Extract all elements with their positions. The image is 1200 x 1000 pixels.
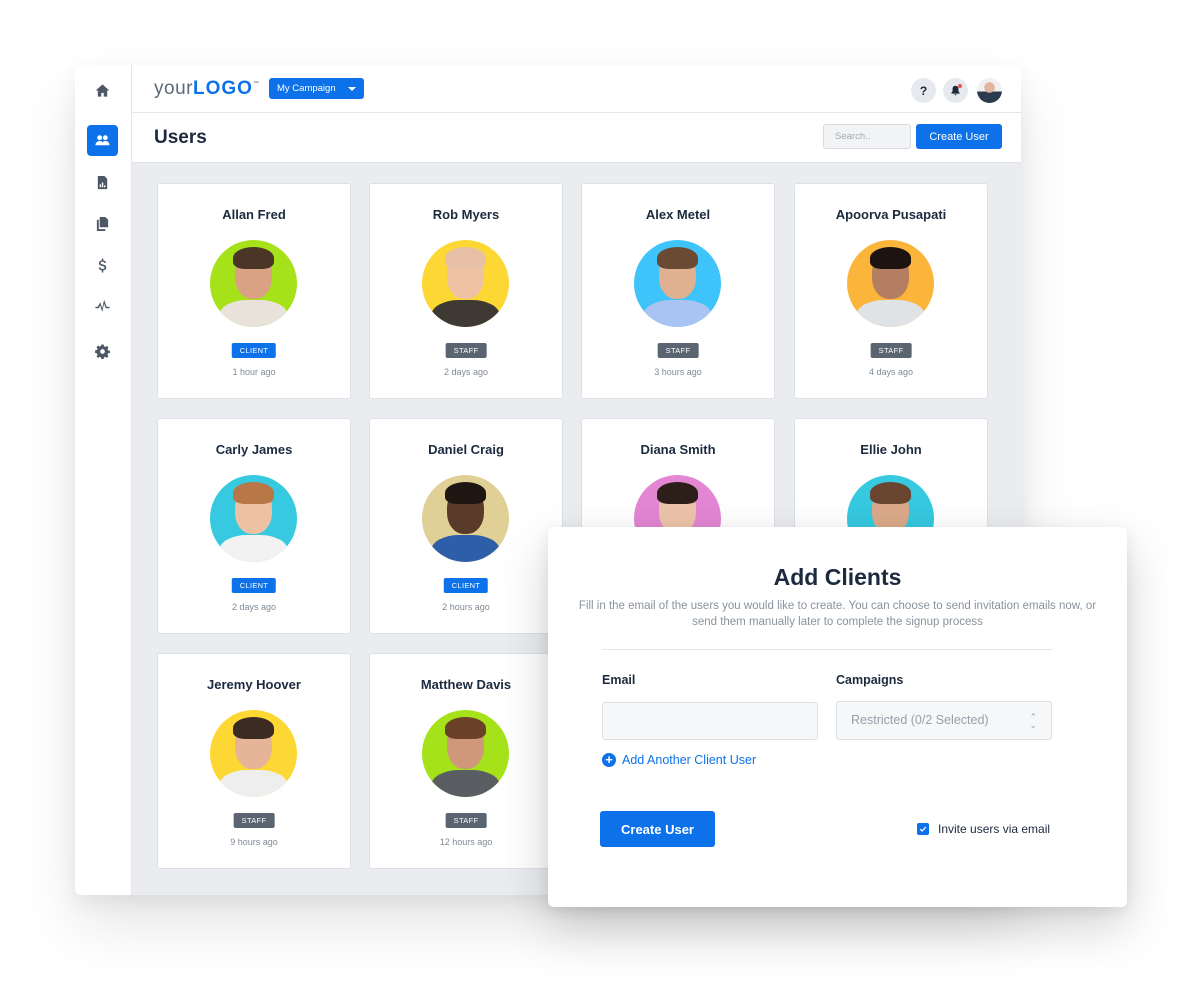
user-name: Carly James xyxy=(215,442,293,457)
user-card[interactable]: Matthew Davis STAFF 12 hours ago xyxy=(369,653,563,869)
invite-label: Invite users via email xyxy=(938,822,1051,836)
last-active-time: 1 hour ago xyxy=(232,367,276,377)
modal-title: Add Clients xyxy=(773,564,902,590)
sidebar-item-documents[interactable] xyxy=(87,208,118,239)
user-avatar xyxy=(210,710,297,797)
last-active-time: 12 hours ago xyxy=(439,837,493,847)
sidebar-item-users[interactable] xyxy=(87,125,118,156)
profile-avatar[interactable] xyxy=(977,78,1002,103)
user-avatar xyxy=(422,240,509,327)
role-badge: CLIENT xyxy=(231,578,277,593)
last-active-time: 3 hours ago xyxy=(654,367,702,377)
sidebar-item-home[interactable] xyxy=(87,75,118,106)
dollar-icon xyxy=(98,258,107,273)
campaigns-label: Campaigns xyxy=(836,673,904,687)
pulse-icon xyxy=(95,300,110,312)
search-input[interactable] xyxy=(823,124,911,149)
campaigns-select[interactable]: Restricted (0/2 Selected) ⌃ ⌄ xyxy=(836,701,1052,740)
user-card[interactable]: Allan Fred CLIENT 1 hour ago xyxy=(157,183,351,399)
last-active-time: 2 hours ago xyxy=(442,602,490,612)
user-avatar xyxy=(210,475,297,562)
top-bar: yourLOGO™ My Campaign ? xyxy=(132,65,1021,113)
user-card[interactable]: Apoorva Pusapati STAFF 4 days ago xyxy=(794,183,988,399)
campaigns-select-value: Restricted (0/2 Selected) xyxy=(851,713,989,727)
user-name: Jeremy Hoover xyxy=(207,677,301,692)
last-active-time: 2 days ago xyxy=(443,367,489,377)
add-another-label: Add Another Client User xyxy=(622,753,757,767)
notifications-button[interactable] xyxy=(943,78,968,103)
modal-description: Fill in the email of the users you would… xyxy=(578,600,1097,628)
role-badge: STAFF xyxy=(445,343,487,358)
user-avatar xyxy=(210,240,297,327)
help-button[interactable]: ? xyxy=(911,78,936,103)
user-avatar xyxy=(422,710,509,797)
user-card[interactable]: Carly James CLIENT 2 days ago xyxy=(157,418,351,634)
sidebar xyxy=(75,65,132,895)
user-card[interactable]: Jeremy Hoover STAFF 9 hours ago xyxy=(157,653,351,869)
select-updown-icon: ⌃ ⌄ xyxy=(1029,712,1037,730)
sidebar-item-billing[interactable] xyxy=(87,250,118,281)
page-header: Users Create User xyxy=(132,113,1021,163)
home-icon xyxy=(95,84,110,97)
email-label: Email xyxy=(602,673,636,687)
last-active-time: 4 days ago xyxy=(868,367,914,377)
user-name: Diana Smith xyxy=(640,442,716,457)
role-badge: STAFF xyxy=(870,343,912,358)
report-chart-icon xyxy=(97,175,108,190)
user-name: Rob Myers xyxy=(432,207,500,222)
plus-circle-icon: + xyxy=(602,753,616,767)
user-name: Ellie John xyxy=(860,442,922,457)
role-badge: STAFF xyxy=(657,343,699,358)
role-badge: CLIENT xyxy=(443,578,489,593)
documents-icon xyxy=(96,216,109,231)
user-avatar xyxy=(422,475,509,562)
user-avatar xyxy=(847,240,934,327)
role-badge: STAFF xyxy=(233,813,275,828)
user-card[interactable]: Rob Myers STAFF 2 days ago xyxy=(369,183,563,399)
user-name: Apoorva Pusapati xyxy=(835,207,947,222)
gear-icon xyxy=(95,344,110,359)
campaign-selector-label: My Campaign xyxy=(277,83,336,94)
add-clients-modal: Add Clients Fill in the email of the use… xyxy=(548,527,1127,907)
users-icon xyxy=(95,135,110,146)
add-another-client-link[interactable]: + Add Another Client User xyxy=(602,753,756,767)
role-badge: STAFF xyxy=(445,813,487,828)
user-name: Matthew Davis xyxy=(420,677,512,692)
last-active-time: 2 days ago xyxy=(231,602,277,612)
invite-via-email-checkbox[interactable]: Invite users via email xyxy=(917,822,1050,836)
notification-dot xyxy=(958,84,962,88)
user-avatar xyxy=(634,240,721,327)
user-card[interactable]: Alex Metel STAFF 3 hours ago xyxy=(581,183,775,399)
logo: yourLOGO™ xyxy=(154,78,260,99)
user-card[interactable]: Daniel Craig CLIENT 2 hours ago xyxy=(369,418,563,634)
user-name: Daniel Craig xyxy=(428,442,504,457)
divider xyxy=(602,649,1052,650)
user-name: Allan Fred xyxy=(222,207,286,222)
role-badge: CLIENT xyxy=(231,343,277,358)
campaign-selector[interactable]: My Campaign xyxy=(269,78,364,99)
last-active-time: 9 hours ago xyxy=(230,837,278,847)
sidebar-item-settings[interactable] xyxy=(87,336,118,367)
question-icon: ? xyxy=(919,83,928,98)
checkbox-checked-icon xyxy=(917,823,929,835)
sidebar-item-reports[interactable] xyxy=(87,167,118,198)
user-name: Alex Metel xyxy=(645,207,711,222)
page-title: Users xyxy=(154,127,207,148)
email-field[interactable] xyxy=(602,702,818,740)
create-user-button[interactable]: Create User xyxy=(916,124,1002,149)
modal-create-user-button[interactable]: Create User xyxy=(600,811,715,847)
sidebar-item-activity[interactable] xyxy=(87,292,118,323)
caret-down-icon xyxy=(348,87,356,91)
